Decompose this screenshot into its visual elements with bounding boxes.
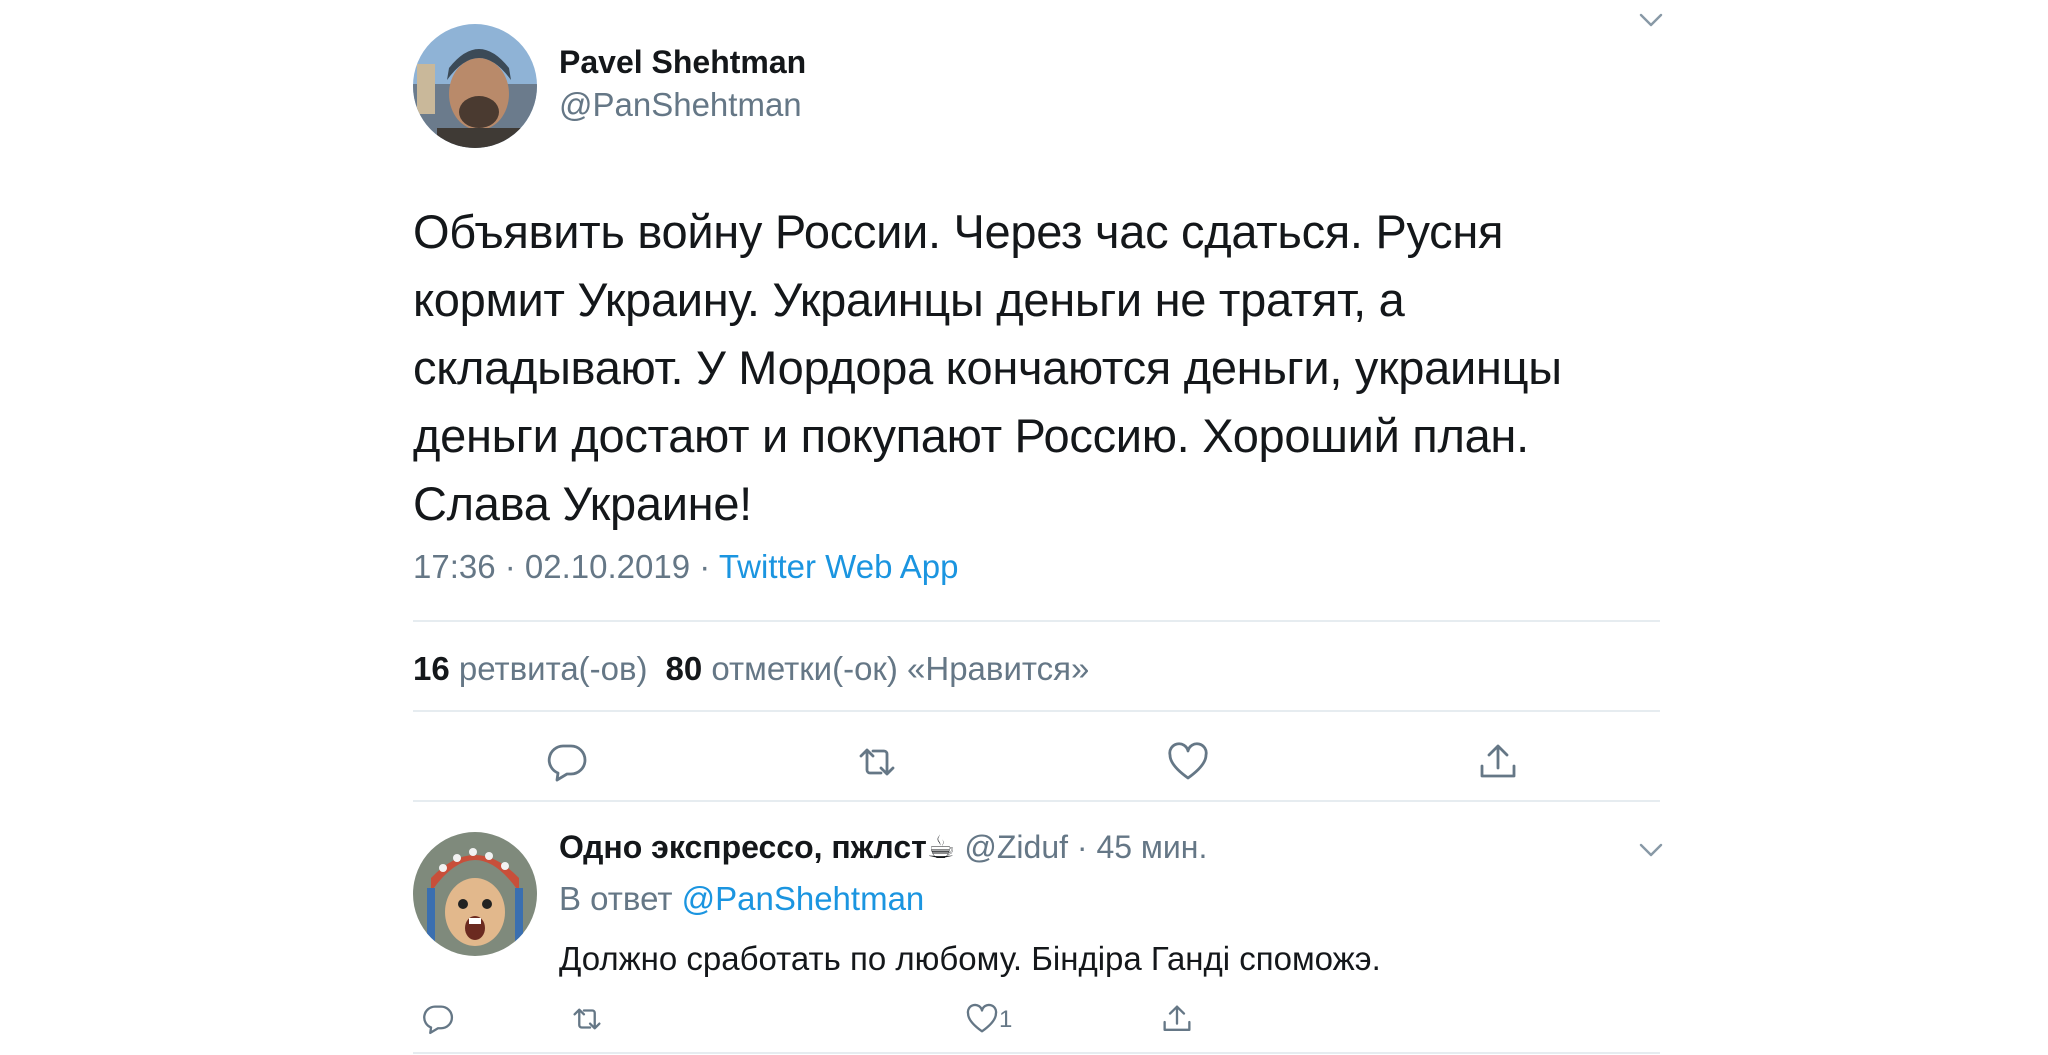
tweet-text: Объявить войну России. Через час сдаться… <box>413 205 1562 530</box>
chevron-down-icon[interactable] <box>1637 6 1665 34</box>
retweets-label: ретвита(-ов) <box>458 650 648 687</box>
chevron-down-icon[interactable] <box>1637 836 1665 864</box>
retweets-stat[interactable]: 16 ретвита(-ов) <box>413 650 648 687</box>
likes-stat[interactable]: 80 отметки(-ок) «Нравится» <box>666 650 1090 687</box>
like-icon[interactable] <box>1166 740 1210 784</box>
like-icon[interactable] <box>965 1002 999 1036</box>
reply-like-count: 1 <box>999 1006 1013 1033</box>
reply-author-avatar[interactable] <box>413 832 537 956</box>
share-icon[interactable] <box>1160 1002 1194 1036</box>
tweet-timestamp[interactable]: 17:36 · 02.10.2019 · <box>413 548 719 585</box>
replying-to: В ответ @PanShehtman <box>559 880 924 918</box>
author-handle[interactable]: @PanShehtman <box>559 86 802 124</box>
author-avatar[interactable] <box>413 24 537 148</box>
reply-header: Одно экспрессо, пжлст☕ @Ziduf · 45 мин. <box>559 828 1207 866</box>
retweets-count: 16 <box>413 650 450 687</box>
reply-icon[interactable] <box>421 1002 455 1036</box>
tweet-stats: 16 ретвита(-ов) 80 отметки(-ок) «Нравится… <box>413 650 1089 688</box>
reply-handle-time[interactable]: @Ziduf · 45 мин. <box>955 829 1207 865</box>
replying-to-mention[interactable]: @PanShehtman <box>682 880 925 917</box>
divider <box>413 800 1660 802</box>
tweet-meta: 17:36 · 02.10.2019 · Twitter Web App <box>413 548 958 586</box>
divider <box>413 710 1660 712</box>
retweet-icon[interactable] <box>570 1002 604 1036</box>
reply-text: Должно сработать по любому. Біндіра Ганд… <box>559 940 1381 977</box>
reply-author-name[interactable]: Одно экспрессо, пжлст☕ <box>559 829 955 865</box>
tweet-column: Pavel Shehtman @PanShehtman Объявить вой… <box>413 0 1663 1055</box>
retweet-icon[interactable] <box>855 740 899 784</box>
divider <box>413 620 1660 622</box>
replying-to-label: В ответ <box>559 880 682 917</box>
likes-label: отметки(-ок) «Нравится» <box>711 650 1090 687</box>
likes-count: 80 <box>665 650 703 687</box>
tweet-source-link[interactable]: Twitter Web App <box>719 548 959 585</box>
reply-icon[interactable] <box>545 740 589 784</box>
author-name[interactable]: Pavel Shehtman <box>559 44 806 81</box>
divider <box>413 1052 1660 1054</box>
share-icon[interactable] <box>1476 740 1520 784</box>
